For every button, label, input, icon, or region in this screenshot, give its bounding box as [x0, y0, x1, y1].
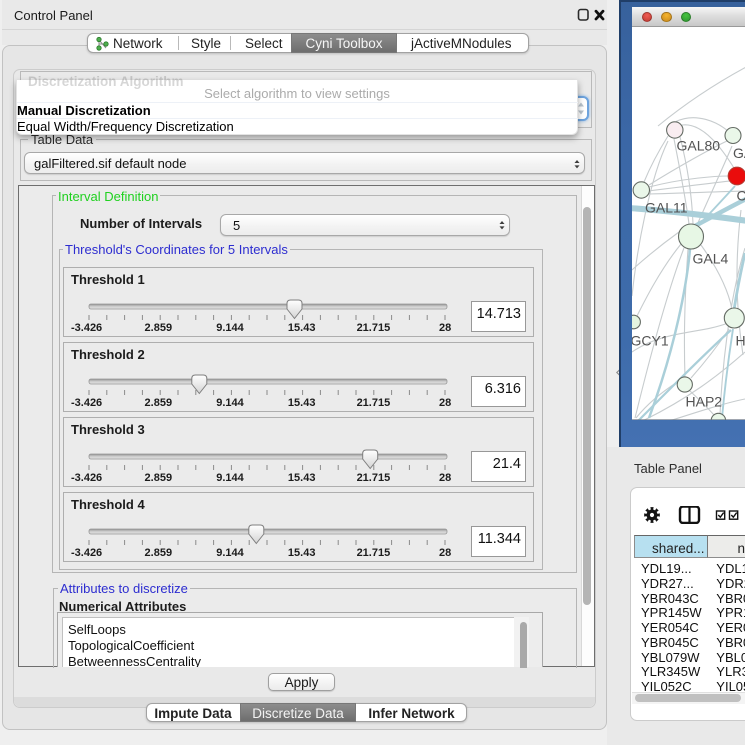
svg-text:GAL80: GAL80: [677, 138, 721, 154]
svg-text:GAL11: GAL11: [645, 200, 688, 216]
svg-text:GAL: GAL: [733, 145, 745, 161]
svg-text:HAP2: HAP2: [686, 394, 723, 410]
svg-text:C: C: [737, 188, 745, 204]
svg-text:GAL4: GAL4: [693, 251, 729, 267]
svg-text:H: H: [736, 333, 745, 349]
svg-text:GCY1: GCY1: [632, 333, 669, 349]
